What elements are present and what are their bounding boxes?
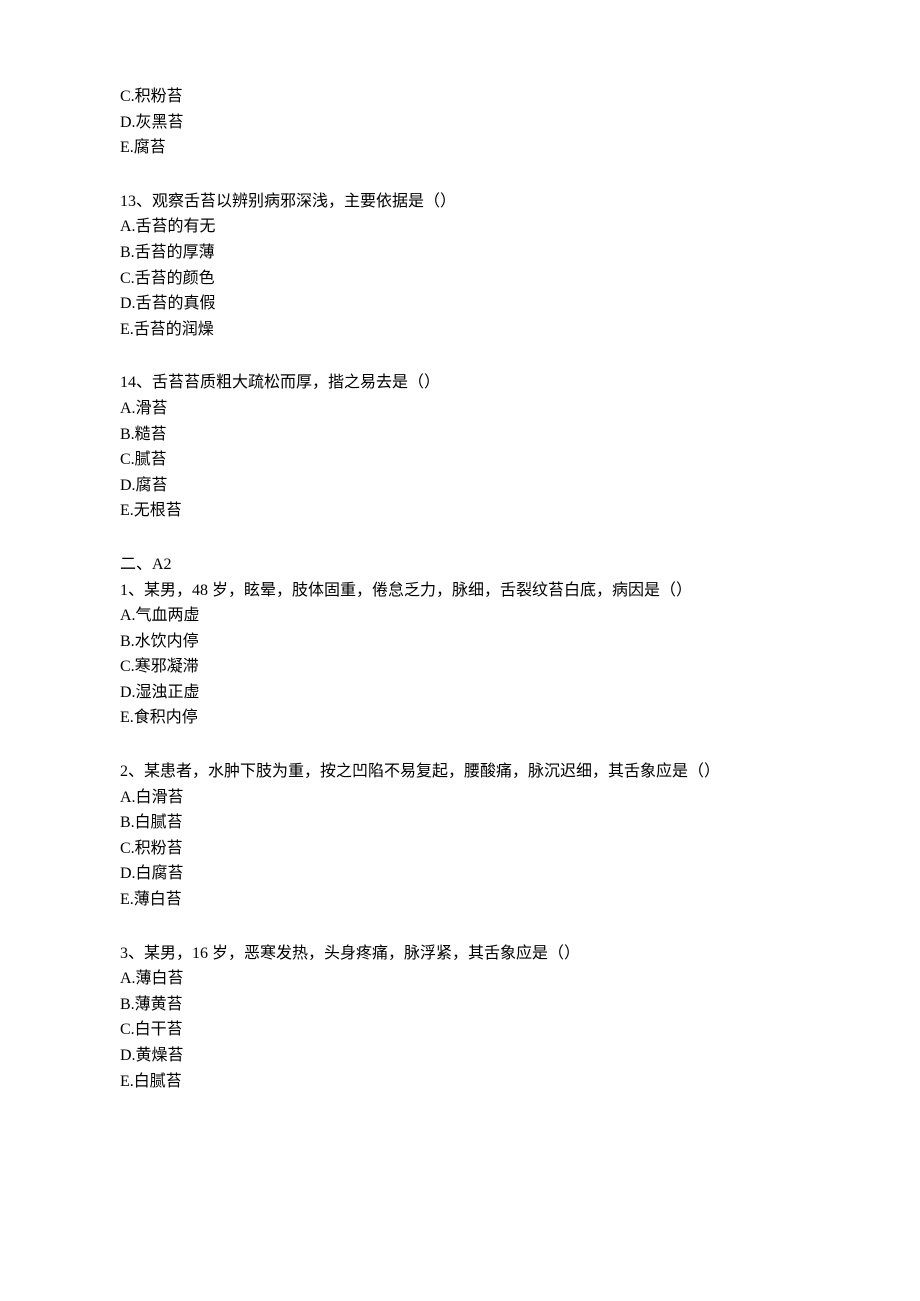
q14-option-e: E.无根苔 [120,498,800,524]
section-2-title: 二、A2 [120,552,800,578]
q13-option-a: A.舌苔的有无 [120,214,800,240]
s2-q3-option-a: A.薄白苔 [120,966,800,992]
s2-q1-option-d: D.湿浊正虚 [120,680,800,706]
q13-option-e: E.舌苔的润燥 [120,317,800,343]
s2-q1-option-c: C.寒邪凝滞 [120,654,800,680]
s2-q1-option-a: A.气血两虚 [120,603,800,629]
q13-option-d: D.舌苔的真假 [120,291,800,317]
spacer [120,524,800,552]
s2-q2-option-a: A.白滑苔 [120,785,800,811]
q14-option-c: C.腻苔 [120,447,800,473]
s2-q1-option-e: E.食积内停 [120,705,800,731]
s2-q2-option-b: B.白腻苔 [120,810,800,836]
s2-q2-option-c: C.积粉苔 [120,836,800,862]
q13-option-c: C.舌苔的颜色 [120,266,800,292]
option-e: E.腐苔 [120,135,800,161]
spacer [120,913,800,941]
s2-q2-option-e: E.薄白苔 [120,887,800,913]
s2-q3-option-c: C.白干苔 [120,1017,800,1043]
s2-question-2: 2、某患者，水肿下肢为重，按之凹陷不易复起，腰酸痛，脉沉迟细，其舌象应是（） [120,759,800,785]
option-d: D.灰黑苔 [120,110,800,136]
q14-option-b: B.糙苔 [120,422,800,448]
s2-q1-option-b: B.水饮内停 [120,629,800,655]
spacer [120,161,800,189]
spacer [120,342,800,370]
q14-option-a: A.滑苔 [120,396,800,422]
s2-q2-option-d: D.白腐苔 [120,861,800,887]
s2-question-1: 1、某男，48 岁，眩晕，肢体固重，倦怠乏力，脉细，舌裂纹苔白底，病因是（） [120,578,800,604]
spacer [120,731,800,759]
s2-q3-option-b: B.薄黄苔 [120,992,800,1018]
q13-option-b: B.舌苔的厚薄 [120,240,800,266]
s2-q3-option-e: E.白腻苔 [120,1069,800,1095]
q14-option-d: D.腐苔 [120,473,800,499]
s2-question-3: 3、某男，16 岁，恶寒发热，头身疼痛，脉浮紧，其舌象应是（） [120,941,800,967]
question-14: 14、舌苔苔质粗大疏松而厚，揩之易去是（） [120,370,800,396]
s2-q3-option-d: D.黄燥苔 [120,1043,800,1069]
question-13: 13、观察舌苔以辨别病邪深浅，主要依据是（） [120,189,800,215]
document-page: C.积粉苔 D.灰黑苔 E.腐苔 13、观察舌苔以辨别病邪深浅，主要依据是（） … [0,0,920,1178]
option-c: C.积粉苔 [120,84,800,110]
